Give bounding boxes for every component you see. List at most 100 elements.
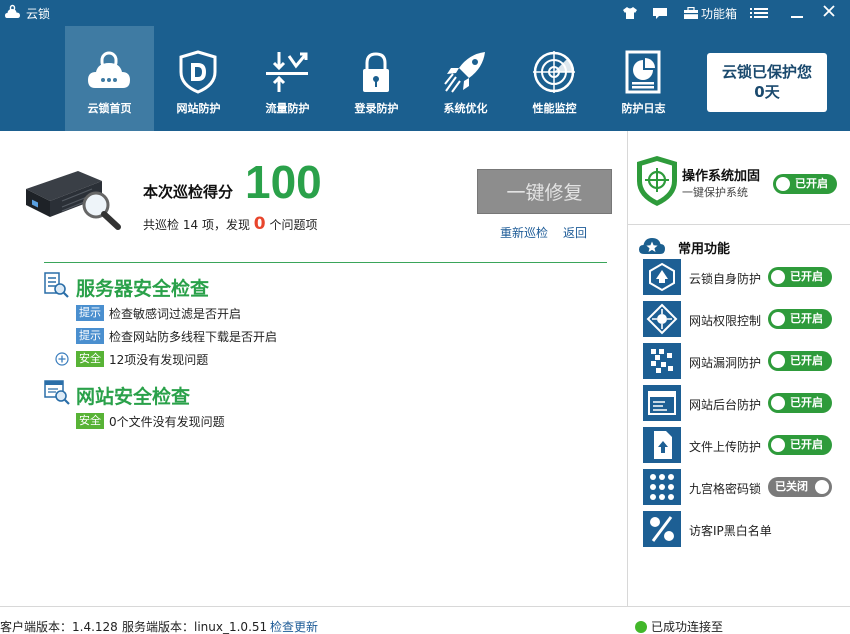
nav-label: 防护日志 [621, 102, 666, 115]
summary-suffix: 个问题项 [269, 218, 318, 232]
permission-control-toggle[interactable]: 已开启 [768, 309, 832, 329]
safe-badge: 安全 [76, 351, 104, 367]
grid-lock-toggle[interactable]: 已关闭 [768, 477, 832, 497]
minimize-icon[interactable] [790, 4, 804, 22]
nav-label: 登录防护 [354, 102, 399, 115]
rocket-icon [444, 52, 485, 93]
website-check-icon [44, 380, 70, 405]
client-version: 客户端版本：1.4.128 [0, 620, 118, 634]
back-link[interactable]: 返回 [563, 224, 587, 241]
feature-row-ip-list[interactable]: 访客IP黑白名单 [643, 511, 848, 547]
one-click-fix-button[interactable]: 一键修复 [477, 169, 612, 214]
tip-badge: 提示 [76, 328, 104, 344]
rescan-link[interactable]: 重新巡检 [500, 224, 548, 241]
safe-badge: 安全 [76, 413, 104, 429]
check-row: 安全 0个文件没有发现问题 [76, 412, 225, 430]
scan-result-panel: 本次巡检得分 100 共巡检 14 项，发现 0 个问题项 一键修复 重新巡检 … [0, 131, 627, 606]
scan-summary: 共巡检 14 项，发现 0 个问题项 [143, 214, 317, 234]
os-hardening-shield-icon [637, 156, 677, 206]
nav-system-optimization[interactable]: 系统优化 [421, 26, 510, 131]
check-row: 安全 12项没有发现问题 [76, 350, 208, 368]
padlock-icon [363, 52, 389, 92]
vulnerability-protection-icon [643, 343, 681, 379]
os-hardening-title: 操作系统加固 [682, 169, 761, 184]
radar-icon [533, 51, 575, 93]
toolbox-icon [684, 6, 698, 19]
connection-status: 已成功连接至 116.255.163.65:5555 [651, 620, 724, 634]
check-row: 提示 检查网站防多线程下载是否开启 [76, 327, 277, 345]
toolbox-button[interactable]: 功能箱 [683, 4, 737, 22]
nav-login-protection[interactable]: 登录防护 [332, 26, 421, 131]
skin-shirt-icon[interactable] [622, 4, 638, 22]
scan-score: 100 [245, 156, 322, 208]
right-sidebar: 操作系统加固 一键保护系统 已开启 常用功能 云锁自身防护 已开启 网站权限控制… [627, 131, 850, 606]
os-hardening-toggle[interactable]: 已开启 [773, 174, 837, 194]
app-logo-icon [5, 4, 20, 18]
summary-mid: 项，发现 [201, 218, 250, 232]
feature-label: 网站权限控制 [689, 314, 762, 328]
check-text: 检查网站防多线程下载是否开启 [109, 329, 278, 344]
feature-label: 云锁自身防护 [689, 272, 762, 286]
nav-label: 云锁首页 [87, 102, 132, 115]
check-row: 提示 检查敏感词过滤是否开启 [76, 304, 241, 322]
feature-label: 访客IP黑白名单 [689, 524, 772, 538]
tip-badge: 提示 [76, 305, 104, 321]
common-functions-title: 常用功能 [678, 242, 731, 257]
log-report-icon [625, 50, 661, 94]
nav-website-protection[interactable]: 网站防护 [154, 26, 243, 131]
nav-home[interactable]: 云锁首页 [65, 26, 154, 131]
nav-performance-monitor[interactable]: 性能监控 [510, 26, 599, 131]
menu-icon[interactable] [750, 4, 768, 22]
score-label: 本次巡检得分 [143, 183, 234, 201]
feature-label: 文件上传防护 [689, 440, 762, 454]
status-bar: 客户端版本：1.4.128 服务端版本：linux_1.0.51 检查更新 已成… [0, 606, 850, 634]
upload-protection-toggle[interactable]: 已开启 [768, 435, 832, 455]
admin-backend-icon [643, 385, 681, 421]
protection-days-panel: 云锁已保护您 0天 [707, 53, 827, 112]
connection-status-dot-icon [635, 621, 647, 633]
message-icon[interactable] [652, 4, 668, 22]
nav-traffic-protection[interactable]: 流量防护 [243, 26, 332, 131]
server-version: 服务端版本：linux_1.0.51 [122, 620, 268, 634]
check-text: 检查敏感词过滤是否开启 [109, 306, 242, 321]
os-hardening-subtitle: 一键保护系统 [682, 186, 748, 199]
expand-plus-icon[interactable] [55, 352, 69, 366]
main-navigation: 云锁首页 网站防护 流量防护 登录防护 系统优化 性能监控 防护日志 云锁已保护… [0, 26, 850, 131]
traffic-icon [266, 52, 308, 92]
self-protection-toggle[interactable]: 已开启 [768, 267, 832, 287]
check-text: 0个文件没有发现问题 [109, 414, 225, 429]
feature-label: 网站后台防护 [689, 398, 762, 412]
permission-control-icon [643, 301, 681, 337]
protection-days-text: 云锁已保护您 [721, 63, 812, 81]
server-magnifier-icon [26, 171, 121, 230]
cloud-lock-icon [88, 51, 130, 88]
nav-protection-log[interactable]: 防护日志 [599, 26, 688, 131]
feature-label: 网站漏洞防护 [689, 356, 762, 370]
summary-prefix: 共巡检 [143, 218, 180, 232]
section-divider [44, 262, 607, 263]
window-title: 云锁 [26, 7, 51, 21]
close-icon[interactable] [822, 2, 836, 20]
percent-ip-list-icon [643, 511, 681, 547]
vulnerability-protection-toggle[interactable]: 已开启 [768, 351, 832, 371]
nav-label: 性能监控 [532, 102, 577, 115]
nine-grid-lock-icon [643, 469, 681, 505]
toolbox-label: 功能箱 [701, 6, 738, 21]
title-bar: 云锁 功能箱 [0, 0, 850, 26]
cloud-star-icon [639, 238, 665, 254]
total-items: 14 [182, 218, 199, 232]
server-check-icon [44, 272, 69, 298]
sidebar-divider [628, 224, 850, 225]
file-upload-icon [643, 427, 681, 463]
check-text: 12项没有发现问题 [109, 352, 209, 367]
website-check-title: 网站安全检查 [76, 386, 191, 408]
admin-protection-toggle[interactable]: 已开启 [768, 393, 832, 413]
nav-label: 系统优化 [443, 102, 488, 115]
check-update-link[interactable]: 检查更新 [270, 618, 318, 634]
nav-label: 网站防护 [176, 102, 221, 115]
feature-label: 九宫格密码锁 [689, 482, 762, 496]
protection-days-count: 0天 [754, 83, 780, 101]
self-protection-icon [643, 259, 681, 295]
server-check-title: 服务器安全检查 [76, 278, 210, 300]
issue-count: 0 [253, 214, 266, 234]
